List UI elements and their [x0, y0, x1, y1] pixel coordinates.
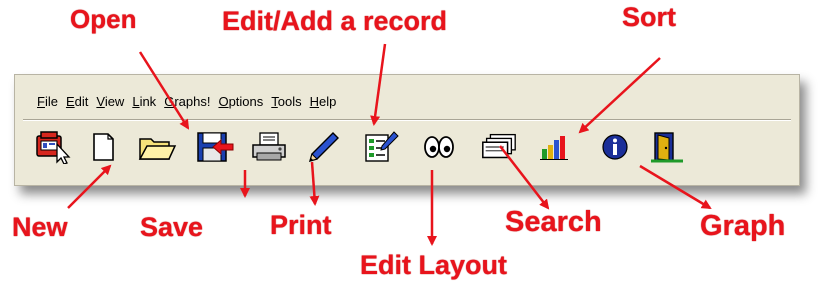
new-page-button[interactable] — [83, 127, 123, 167]
menu-edit[interactable]: Edit — [62, 93, 92, 111]
blank-page-icon — [93, 133, 114, 161]
printer-icon — [252, 132, 286, 161]
callout-edit-add-record: Edit/Add a record — [222, 6, 448, 36]
menu-link[interactable]: Link — [128, 93, 160, 111]
folder-open-icon — [138, 138, 177, 160]
search-button[interactable] — [419, 127, 459, 167]
callout-edit-layout: Edit Layout — [360, 250, 507, 280]
callout-search: Search — [505, 206, 602, 238]
graph-button[interactable] — [535, 127, 575, 167]
menu-file[interactable]: File — [33, 93, 62, 111]
menu-view[interactable]: View — [92, 93, 128, 111]
app-window: File Edit View Link Graphs! Options Tool… — [14, 74, 800, 186]
database-cursor-icon — [36, 131, 71, 164]
callout-save: Save — [140, 212, 204, 242]
floppy-save-icon — [197, 132, 234, 162]
edit-record-button[interactable] — [303, 127, 343, 167]
new-button[interactable] — [35, 127, 75, 167]
pencil-icon — [308, 132, 339, 163]
info-button[interactable] — [595, 127, 635, 167]
exit-button[interactable] — [647, 127, 687, 167]
form-layout-icon — [365, 131, 399, 162]
print-button[interactable] — [249, 127, 289, 167]
bar-chart-icon — [540, 136, 568, 160]
menu-help[interactable]: Help — [306, 93, 341, 111]
menu-bar: File Edit View Link Graphs! Options Tool… — [33, 93, 340, 111]
info-icon — [602, 134, 628, 160]
sort-button[interactable] — [479, 127, 519, 167]
open-button[interactable] — [137, 127, 177, 167]
save-button[interactable] — [195, 127, 235, 167]
menu-options[interactable]: Options — [214, 93, 267, 111]
eyes-icon — [424, 136, 454, 158]
edit-layout-button[interactable] — [361, 127, 401, 167]
exit-door-icon — [651, 132, 683, 163]
callout-sort: Sort — [622, 2, 676, 32]
callout-open: Open — [70, 4, 137, 34]
menu-tools[interactable]: Tools — [267, 93, 305, 111]
callout-new: New — [12, 212, 68, 242]
callout-print: Print — [270, 210, 332, 240]
menu-toolbar-separator — [23, 119, 791, 121]
card-stack-icon — [482, 133, 516, 159]
callout-graph: Graph — [700, 210, 786, 242]
menu-graphs[interactable]: Graphs! — [160, 93, 214, 111]
